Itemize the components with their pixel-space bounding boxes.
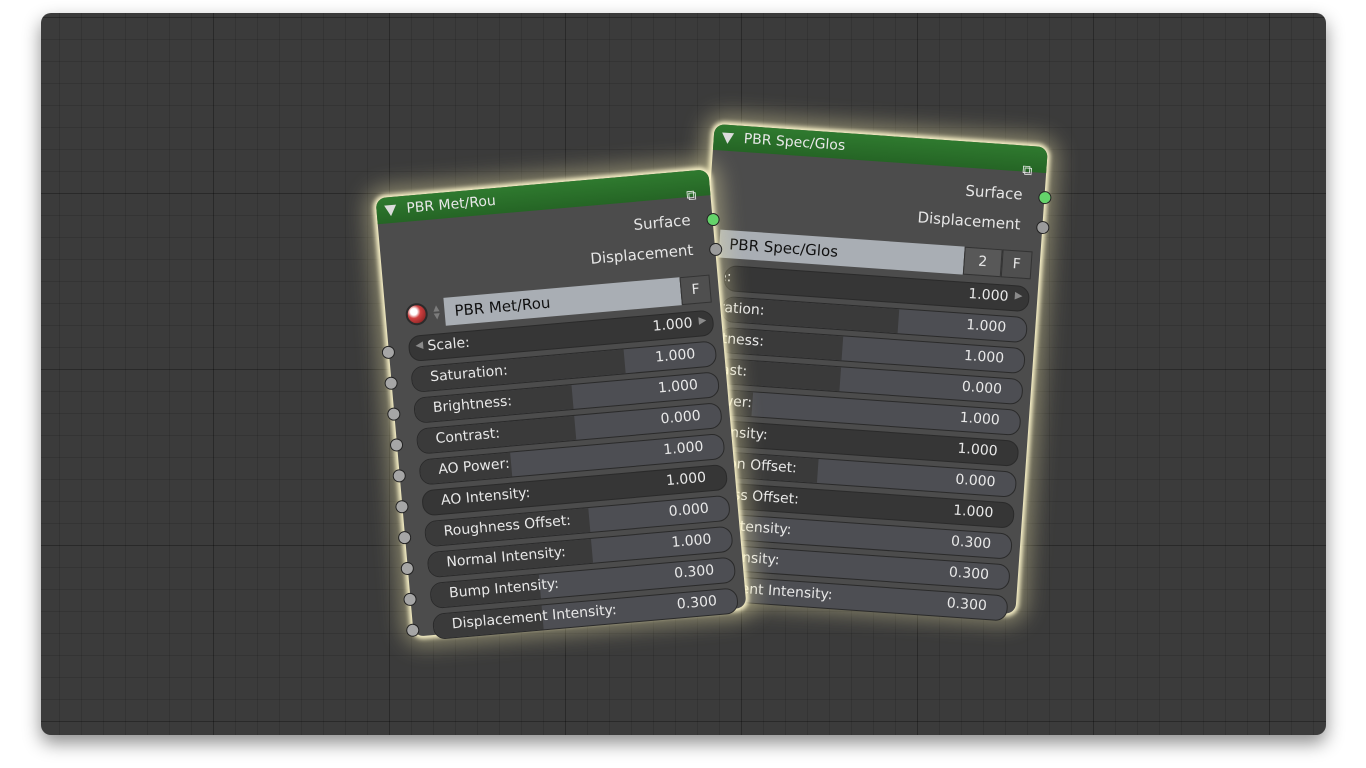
output-label: Surface [632,211,692,234]
field-value: 0.300 [948,564,990,584]
field-label: Scale: [426,334,471,355]
field-value: 0.300 [946,595,988,615]
field-value: 1.000 [651,315,694,335]
field-value: 1.000 [654,346,696,366]
output-label: Displacement [589,240,694,268]
node-pbr-met-rou[interactable]: PBR Met/Rou ⧉ Surface Displacement ▲ ▼ PB… [375,169,747,640]
input-socket[interactable] [405,623,420,638]
increment-arrow-icon[interactable]: ▶ [1014,290,1022,302]
users-count[interactable]: 2 [962,246,1003,278]
field-value: 1.000 [963,347,1005,367]
field-value: 1.000 [965,316,1007,336]
decrement-arrow-icon[interactable]: ◀ [415,340,424,352]
input-socket[interactable] [381,345,396,360]
field-value: 0.300 [676,593,718,613]
field-value: 1.000 [957,440,999,460]
collapse-triangle-icon[interactable] [721,131,735,144]
field-value: 1.000 [952,502,994,522]
input-socket[interactable] [389,437,404,453]
field-value: 0.300 [950,533,992,553]
increment-arrow-icon[interactable]: ▶ [698,315,707,327]
input-socket[interactable] [397,530,412,545]
node-title: PBR Spec/Glos [743,131,846,155]
field-value: 1.000 [662,438,705,459]
field-value: 0.300 [673,562,715,582]
node-title: PBR Met/Rou [405,192,497,217]
output-label: Displacement [916,208,1022,234]
input-socket[interactable] [392,468,407,483]
field-value: 0.000 [660,407,702,428]
fake-user-button[interactable]: F [679,274,712,306]
output-socket[interactable] [1035,220,1050,235]
input-socket[interactable] [403,592,418,607]
field-value: 0.000 [668,500,710,520]
field-label: Scale: [723,266,733,286]
fake-user-button[interactable]: F [1000,249,1033,280]
output-label: Surface [964,181,1024,204]
field-value: 0.000 [954,471,996,491]
field-value: 1.000 [670,531,713,551]
field-value: 1.000 [665,469,707,490]
node-group-icon[interactable]: ⧉ [682,186,702,206]
input-socket[interactable] [384,376,399,391]
field-value: 1.000 [967,286,1009,305]
input-socket[interactable] [400,561,415,576]
input-socket[interactable] [394,499,409,514]
input-socket[interactable] [386,407,401,422]
field-label: AO Intensity: [440,485,531,509]
node-editor-canvas[interactable]: PBR Spec/Glos ⧉ Surface Displacement ▲▼ … [41,13,1326,735]
node-group-icon[interactable]: ⧉ [1018,161,1037,180]
collapse-triangle-icon[interactable] [384,204,397,217]
field-value: 1.000 [959,409,1001,429]
material-preview-icon[interactable] [404,302,429,327]
output-socket[interactable] [1037,190,1052,205]
field-value: 1.000 [657,377,699,397]
browse-arrows-icon[interactable]: ▲▼ [431,303,442,321]
field-value: 0.000 [961,378,1003,398]
